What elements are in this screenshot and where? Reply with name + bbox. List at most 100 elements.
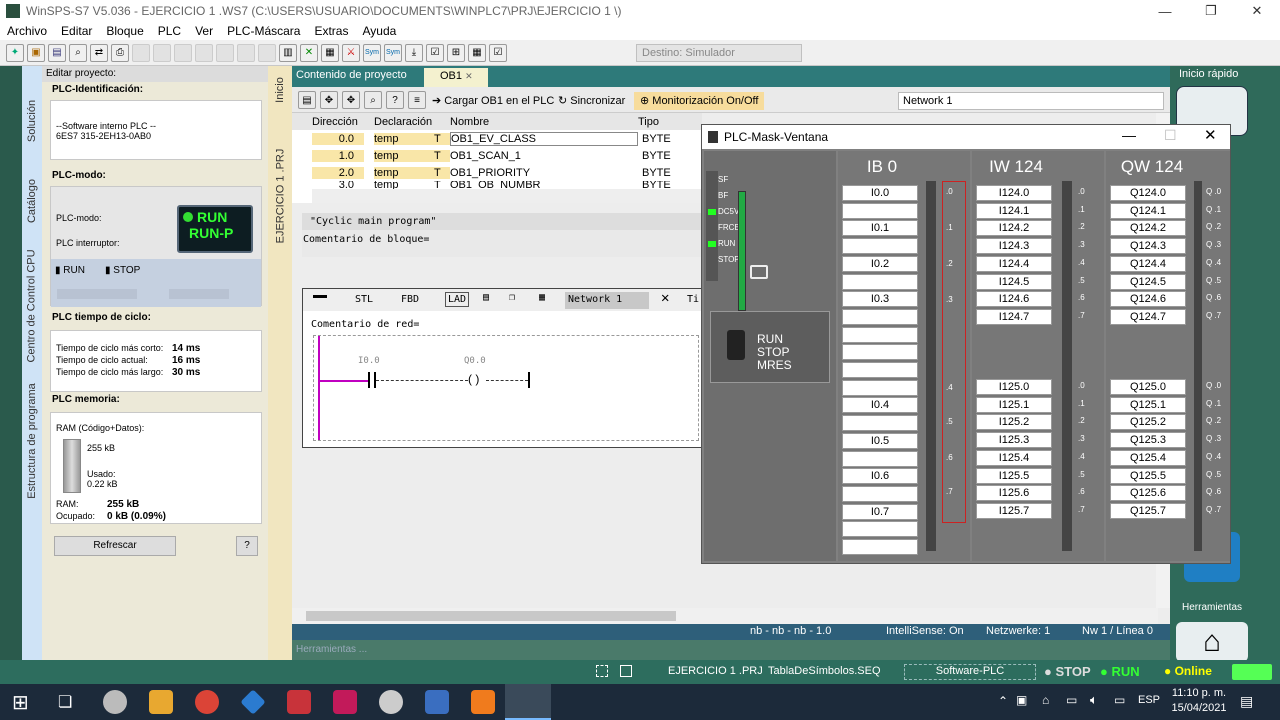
io-cell[interactable]: Q124.7 (1110, 308, 1186, 325)
block-icon[interactable]: ✥ (342, 91, 360, 109)
tab-fbd[interactable]: FBD (401, 294, 419, 305)
tab-estructura[interactable]: Estructura de programa (22, 376, 42, 506)
io-cell[interactable] (842, 539, 918, 555)
plc-close-button[interactable]: ✕ (1204, 126, 1217, 144)
io-cell[interactable]: I125.6 (976, 485, 1052, 502)
switch-mres[interactable]: MRES (757, 358, 792, 372)
tray-app-icon[interactable]: ▣ (1016, 693, 1027, 707)
list-icon[interactable]: ≡ (408, 91, 426, 109)
tab-project[interactable]: EJERCICIO 1 .PRJ (268, 136, 292, 256)
tab-centro-control[interactable]: Centro de Control CPU (22, 246, 42, 366)
compare-icon[interactable]: ⚔ (342, 43, 360, 62)
io-cell[interactable]: I124.6 (976, 291, 1052, 308)
io-cell[interactable]: I125.2 (976, 414, 1052, 431)
replace-icon[interactable]: ⇄ (90, 43, 108, 62)
maximize-button[interactable]: ❐ (1188, 0, 1234, 22)
tab-lad[interactable]: LAD (445, 292, 470, 307)
io-cell[interactable]: I0.6 (842, 468, 918, 485)
save-block-icon[interactable]: ▤ (298, 91, 316, 109)
io-cell[interactable]: Q125.0 (1110, 379, 1186, 395)
help-button[interactable]: ? (236, 536, 258, 556)
io-cell[interactable]: Q124.5 (1110, 273, 1186, 290)
display-icon[interactable]: ▭ (1114, 693, 1125, 707)
clock-date[interactable]: 15/04/2021 (1170, 702, 1228, 714)
io-cell[interactable]: Q124.6 (1110, 291, 1186, 308)
io-cell[interactable]: I124.2 (976, 220, 1052, 237)
windows-start-icon[interactable]: ⊞ (12, 690, 29, 715)
io-cell[interactable]: I0.4 (842, 397, 918, 414)
tab-project-content[interactable]: Contenido de proyecto (296, 69, 407, 81)
refresh-button[interactable]: Refrescar (54, 536, 176, 556)
io-cell[interactable] (842, 415, 918, 432)
menu-editar[interactable]: Editar (54, 24, 99, 38)
print-icon[interactable]: ⎙ (111, 43, 129, 62)
file-explorer-icon[interactable] (149, 690, 173, 714)
winsps-taskbar-button[interactable] (505, 684, 551, 720)
scroll-thumb[interactable] (306, 611, 676, 621)
io-cell[interactable]: I0.1 (842, 220, 918, 237)
table-row[interactable]: 0.0 temp T OB1_EV_CLASS BYTE (292, 130, 702, 147)
help-icon[interactable]: ? (386, 91, 404, 109)
volume-icon[interactable]: 🔈︎ (1090, 692, 1098, 708)
menu-bloque[interactable]: Bloque (99, 24, 150, 38)
add-icon[interactable]: ⊞ (447, 43, 465, 62)
chrome-icon[interactable] (195, 690, 219, 714)
io-cell[interactable]: Q125.6 (1110, 485, 1186, 502)
key-switch-icon[interactable] (727, 330, 745, 360)
io-cell[interactable] (842, 521, 918, 538)
io-cell[interactable] (842, 273, 918, 290)
tray-chevron-icon[interactable]: ⌃ (998, 694, 1008, 708)
tab-ob1[interactable]: OB1 ✕ (424, 68, 488, 87)
symbol-icon[interactable]: Sym (363, 43, 381, 62)
checklist-icon[interactable]: ☑ (489, 43, 507, 62)
io-cell[interactable]: I124.1 (976, 202, 1052, 219)
app-icon[interactable] (287, 690, 311, 714)
app-icon[interactable] (240, 689, 266, 715)
io-cell[interactable]: Q125.7 (1110, 502, 1186, 519)
menu-plc-mascara[interactable]: PLC-Máscara (220, 24, 307, 38)
tab-catalogo[interactable]: Catálogo (22, 166, 42, 236)
io-cell[interactable]: Q125.5 (1110, 467, 1186, 484)
io-cell[interactable]: I0.0 (842, 185, 918, 201)
table-scrollbar[interactable] (312, 189, 702, 203)
io-cell[interactable]: Q124.4 (1110, 255, 1186, 272)
symbol-edit-icon[interactable]: Sym (384, 43, 402, 62)
close-network-icon[interactable]: ✕ (661, 290, 669, 306)
tab-solucion[interactable]: Solución (22, 86, 42, 156)
collapse-icon[interactable] (313, 295, 327, 298)
io-cell[interactable] (842, 202, 918, 219)
switch-run[interactable]: RUN (757, 332, 783, 346)
indesign-icon[interactable] (333, 690, 357, 714)
io-cell[interactable]: I125.1 (976, 396, 1052, 413)
io-cell[interactable]: I125.5 (976, 467, 1052, 484)
io-cell[interactable] (842, 379, 918, 396)
app-icon[interactable] (379, 690, 403, 714)
notification-icon[interactable]: ▤ (1240, 693, 1253, 710)
io-cell[interactable]: Q125.4 (1110, 449, 1186, 466)
switch-stop[interactable]: STOP (757, 345, 789, 359)
io-cell[interactable]: I0.2 (842, 255, 918, 272)
open-icon[interactable]: ▣ (27, 43, 45, 62)
table-row[interactable]: 3.0 temp T OB1_OB_NUMBR BYTE (292, 181, 702, 189)
io-cell[interactable]: Q125.2 (1110, 414, 1186, 431)
menu-ver[interactable]: Ver (188, 24, 220, 38)
monitor-button[interactable]: ⊕ Monitorización On/Off (634, 92, 765, 110)
io-cell[interactable]: I125.7 (976, 502, 1052, 519)
destination-select[interactable]: Destino: Simulador (636, 44, 802, 62)
check-icon[interactable]: ☑ (426, 43, 444, 62)
contact-symbol[interactable] (368, 372, 376, 388)
horizontal-scrollbar[interactable] (292, 608, 1158, 624)
io-cell[interactable] (842, 308, 918, 325)
language-indicator[interactable]: ESP (1138, 694, 1160, 706)
copy-icon[interactable]: ❐ (509, 292, 515, 303)
io-cell[interactable]: I124.5 (976, 273, 1052, 290)
io-cell[interactable] (842, 326, 918, 343)
network-icon[interactable]: ⌂ (1042, 693, 1049, 707)
io-cell[interactable] (842, 362, 918, 378)
io-cell[interactable]: Q125.3 (1110, 432, 1186, 449)
io-cell[interactable]: I0.3 (842, 291, 918, 308)
io-cell[interactable]: Q124.2 (1110, 220, 1186, 237)
table-icon[interactable]: ▦ (321, 43, 339, 62)
minimize-button[interactable]: — (1142, 0, 1188, 22)
task-view-icon[interactable]: ❏ (58, 692, 72, 712)
